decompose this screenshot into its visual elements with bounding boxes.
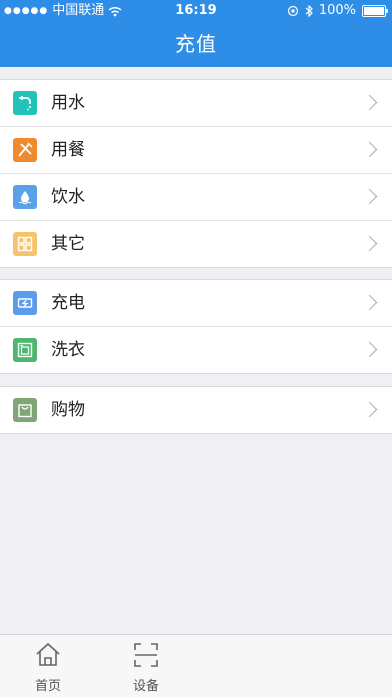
list-item-shopping[interactable]: 购物 [0, 387, 392, 433]
chevron-right-icon [361, 93, 382, 113]
orientation-lock-icon [287, 5, 298, 17]
tab-label: 设备 [132, 679, 159, 694]
shopping-bag-icon [13, 398, 37, 422]
chevron-right-icon [361, 140, 382, 160]
tab-label: 首页 [34, 679, 61, 694]
battery-icon [362, 5, 388, 17]
list-item-label: 用餐 [51, 140, 85, 160]
list-item-drinking-water[interactable]: 饮水 [0, 174, 392, 221]
tab-devices[interactable]: 设备 [116, 635, 176, 697]
list-item-label: 其它 [51, 234, 85, 254]
header: ●●●●● 中国联通 16:19 100% 充值 [0, 0, 392, 67]
list-item-meal[interactable]: 用餐 [0, 127, 392, 174]
battery-charge-icon [13, 291, 37, 315]
water-drop-icon [13, 185, 37, 209]
home-icon [36, 642, 60, 666]
chevron-right-icon [361, 187, 382, 207]
recharge-group-2: 充电 洗衣 [0, 279, 392, 374]
chevron-right-icon [361, 234, 382, 254]
list-item-other[interactable]: 其它 [0, 221, 392, 267]
grid-icon [13, 232, 37, 256]
battery-percent: 100% [318, 3, 356, 18]
tab-home[interactable]: 首页 [18, 635, 78, 697]
scan-icon [134, 643, 158, 667]
list-item-label: 饮水 [51, 187, 85, 207]
list-item-water[interactable]: 用水 [0, 80, 392, 127]
washing-machine-icon [13, 338, 37, 362]
status-bar: ●●●●● 中国联通 16:19 100% [0, 0, 392, 22]
chevron-right-icon [361, 340, 382, 360]
tab-bar: 首页 设备 [0, 634, 392, 697]
chevron-right-icon [361, 293, 382, 313]
water-tap-icon [13, 91, 37, 115]
chevron-right-icon [361, 400, 382, 420]
list-item-label: 购物 [51, 400, 85, 420]
list-item-charging[interactable]: 充电 [0, 280, 392, 327]
page-title: 充值 [175, 32, 217, 56]
bluetooth-icon [305, 5, 313, 17]
recharge-group-3: 购物 [0, 386, 392, 434]
list-item-label: 充电 [51, 293, 85, 313]
recharge-group-1: 用水 用餐 饮水 其它 [0, 79, 392, 268]
utensils-icon [13, 138, 37, 162]
list-item-label: 洗衣 [51, 340, 85, 360]
list-item-laundry[interactable]: 洗衣 [0, 327, 392, 373]
list-item-label: 用水 [51, 93, 85, 113]
